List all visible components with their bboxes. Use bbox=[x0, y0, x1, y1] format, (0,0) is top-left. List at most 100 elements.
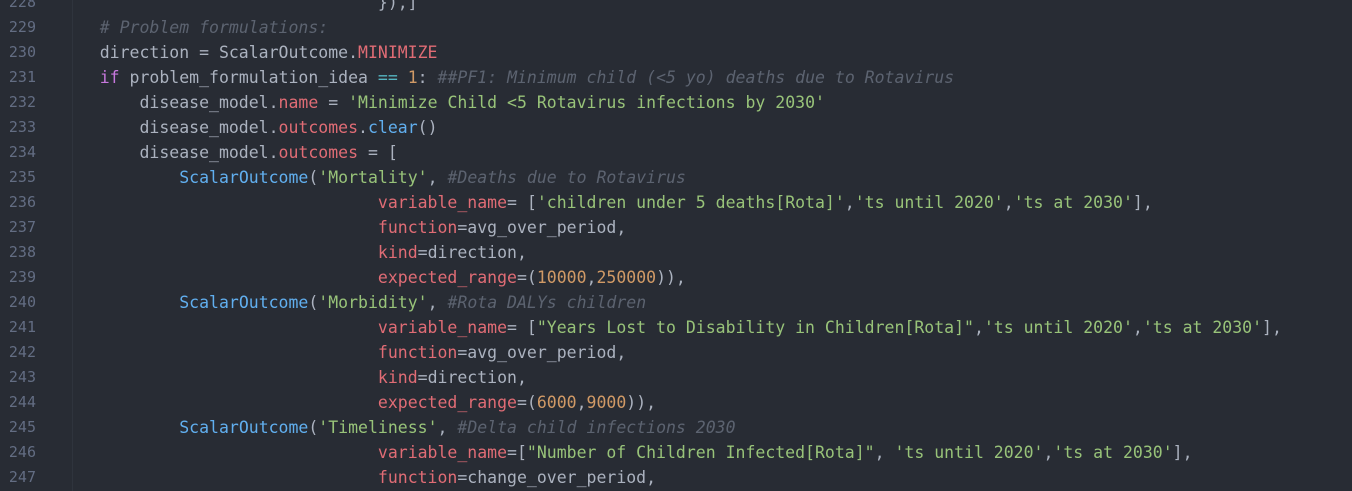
code-line[interactable]: 237 function=avg_over_period, bbox=[0, 215, 1352, 240]
code-token: 'Timeliness' bbox=[318, 418, 438, 437]
code-token: =( bbox=[516, 268, 537, 287]
line-number: 228 bbox=[8, 0, 36, 11]
code-token: = [ bbox=[507, 193, 537, 212]
code-text: disease_model.outcomes.clear() bbox=[60, 115, 437, 140]
code-token: #Deaths due to Rotavirus bbox=[447, 168, 686, 187]
code-token: kind bbox=[377, 368, 418, 387]
code-token: , bbox=[874, 443, 895, 462]
line-number: 245 bbox=[8, 418, 36, 436]
code-text: variable_name= ['children under 5 deaths… bbox=[60, 190, 1153, 215]
code-text: disease_model.outcomes = [ bbox=[60, 140, 398, 165]
code-token: , bbox=[576, 393, 587, 412]
code-line[interactable]: 230 direction = ScalarOutcome.MINIMIZE bbox=[0, 40, 1352, 65]
code-token: ], bbox=[1172, 443, 1193, 462]
code-token: , bbox=[973, 318, 984, 337]
code-token: =direction, bbox=[417, 243, 527, 262]
code-token: ScalarOutcome bbox=[179, 418, 309, 437]
code-line[interactable]: 235 ScalarOutcome('Mortality', #Deaths d… bbox=[0, 165, 1352, 190]
code-token: , bbox=[437, 418, 458, 437]
code-line[interactable]: 245 ScalarOutcome('Timeliness', #Delta c… bbox=[0, 415, 1352, 440]
code-line[interactable]: 236 variable_name= ['children under 5 de… bbox=[0, 190, 1352, 215]
code-token: =direction, bbox=[417, 368, 527, 387]
code-line[interactable]: 243 kind=direction, bbox=[0, 365, 1352, 390]
code-token: ( bbox=[308, 293, 319, 312]
code-text: ScalarOutcome('Morbidity', #Rota DALYs c… bbox=[60, 290, 646, 315]
code-token: )), bbox=[626, 393, 657, 412]
code-text: kind=direction, bbox=[60, 240, 527, 265]
code-line[interactable]: 233 disease_model.outcomes.clear() bbox=[0, 115, 1352, 140]
code-line[interactable]: 239 expected_range=(10000,250000)), bbox=[0, 265, 1352, 290]
code-line[interactable]: 232 disease_model.name = 'Minimize Child… bbox=[0, 90, 1352, 115]
code-token: # Problem formulations: bbox=[99, 18, 329, 37]
code-token: MINIMIZE bbox=[358, 43, 438, 62]
code-line[interactable]: 240 ScalarOutcome('Morbidity', #Rota DAL… bbox=[0, 290, 1352, 315]
code-token: function bbox=[377, 218, 458, 237]
code-line[interactable]: 242 function=avg_over_period, bbox=[0, 340, 1352, 365]
code-token: =[ bbox=[507, 443, 527, 462]
code-text: function=avg_over_period, bbox=[60, 340, 626, 365]
code-token: , bbox=[844, 193, 855, 212]
code-token: ], bbox=[1132, 193, 1153, 212]
code-line[interactable]: 231 if problem_formulation_idea == 1: ##… bbox=[0, 65, 1352, 90]
code-token: 'ts until 2020' bbox=[983, 318, 1133, 337]
code-editor[interactable]: 228 }),] 229 # Problem formulations: 230 d… bbox=[0, 0, 1352, 491]
code-line[interactable]: 228 }),] bbox=[0, 0, 1352, 15]
code-token: 'Minimize Child <5 Rotavirus infections … bbox=[348, 93, 825, 112]
line-number: 247 bbox=[8, 468, 36, 486]
code-area[interactable]: 228 }),] 229 # Problem formulations: 230 d… bbox=[0, 0, 1352, 490]
code-token: = [ bbox=[358, 143, 398, 162]
code-token: 6000 bbox=[536, 393, 577, 412]
code-line[interactable]: 246 variable_name=["Number of Children I… bbox=[0, 440, 1352, 465]
line-number: 237 bbox=[8, 218, 36, 236]
code-token: ScalarOutcome bbox=[179, 293, 309, 312]
code-token: function bbox=[377, 468, 458, 487]
code-text: variable_name= ["Years Lost to Disabilit… bbox=[60, 315, 1282, 340]
line-number: 229 bbox=[8, 18, 36, 36]
code-text: # Problem formulations: bbox=[60, 15, 328, 40]
code-line[interactable]: 244 expected_range=(6000,9000)), bbox=[0, 390, 1352, 415]
code-token: = [ bbox=[507, 318, 537, 337]
code-token: variable_name bbox=[377, 193, 508, 212]
code-token: disease_model. bbox=[60, 118, 279, 137]
line-number: 230 bbox=[8, 43, 36, 61]
code-token: , bbox=[586, 268, 597, 287]
code-token: "Number of Children Infected[Rota]" bbox=[526, 443, 875, 462]
code-text: direction = ScalarOutcome.MINIMIZE bbox=[60, 40, 438, 65]
code-token: . bbox=[358, 118, 368, 137]
line-number: 232 bbox=[8, 93, 36, 111]
code-line[interactable]: 238 kind=direction, bbox=[0, 240, 1352, 265]
code-token: =( bbox=[516, 393, 537, 412]
code-line[interactable]: 229 # Problem formulations: bbox=[0, 15, 1352, 40]
code-text: if problem_formulation_idea == 1: ##PF1:… bbox=[60, 65, 954, 90]
code-token: =change_over_period, bbox=[457, 468, 657, 487]
code-token: 'ts until 2020' bbox=[854, 193, 1004, 212]
code-token: ( bbox=[308, 168, 319, 187]
code-token: variable_name bbox=[377, 318, 508, 337]
code-token: problem_formulation_idea bbox=[119, 68, 378, 87]
code-line[interactable]: 247 function=change_over_period, bbox=[0, 465, 1352, 490]
line-number: 240 bbox=[8, 293, 36, 311]
line-number: 231 bbox=[8, 68, 36, 86]
code-token: clear bbox=[367, 118, 418, 137]
code-token: 9000 bbox=[586, 393, 627, 412]
code-token: ScalarOutcome bbox=[179, 168, 309, 187]
line-number: 241 bbox=[8, 318, 36, 336]
code-token: 'Morbidity' bbox=[318, 293, 428, 312]
code-line[interactable]: 234 disease_model.outcomes = [ bbox=[0, 140, 1352, 165]
code-token: expected_range bbox=[377, 268, 517, 287]
code-token: : bbox=[417, 68, 438, 87]
code-token: =avg_over_period, bbox=[457, 218, 627, 237]
code-token: #Delta child infections 2030 bbox=[457, 418, 736, 437]
code-text: }),] bbox=[60, 0, 418, 15]
code-token: disease_model. bbox=[60, 93, 279, 112]
code-token: outcomes bbox=[278, 118, 359, 137]
code-token: "Years Lost to Disability in Children[Ro… bbox=[536, 318, 974, 337]
code-token: 'ts until 2020' bbox=[894, 443, 1044, 462]
code-token: #Rota DALYs children bbox=[447, 293, 647, 312]
code-line[interactable]: 241 variable_name= ["Years Lost to Disab… bbox=[0, 315, 1352, 340]
